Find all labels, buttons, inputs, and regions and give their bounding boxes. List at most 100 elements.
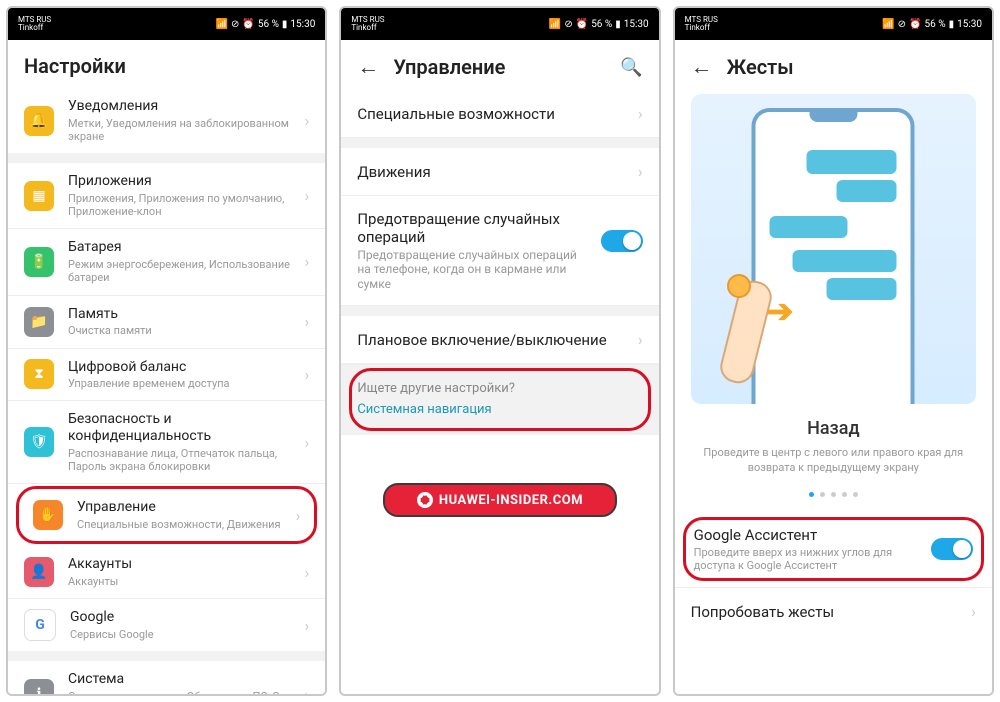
- signal-icon: 📶: [549, 19, 561, 30]
- row-title: Управление: [77, 499, 282, 516]
- arrow-right-icon: ➔: [767, 292, 794, 330]
- chevron-right-icon: ›: [638, 104, 643, 123]
- settings-row-hourglass[interactable]: ⧗ Цифровой балансУправление временем дост…: [8, 349, 325, 402]
- row-try-gestures[interactable]: Попробовать жесты ›: [675, 587, 992, 635]
- row-title: Батарея: [68, 239, 291, 256]
- row-subtitle: Специальные возможности, Движения: [77, 518, 282, 531]
- chevron-right-icon: ›: [305, 186, 310, 205]
- hand-icon: ✋: [33, 500, 63, 530]
- no-disturb-icon: ⊘: [231, 19, 239, 30]
- row-title: Аккаунты: [68, 556, 291, 573]
- settings-row-user[interactable]: 👤 Аккаунты Аккаунты ›: [8, 546, 325, 599]
- dot[interactable]: [831, 492, 836, 497]
- chevron-right-icon: ›: [305, 685, 310, 695]
- settings-row-battery[interactable]: 🔋БатареяРежим энергосбережения, Использо…: [8, 229, 325, 295]
- hint-block: Ищете другие настройки? Системная навига…: [341, 364, 658, 435]
- toggle-google-assistant[interactable]: [931, 538, 973, 560]
- row-mistouch[interactable]: Предотвращение случайных операций Предот…: [341, 196, 658, 306]
- settings-row-google[interactable]: GGoogleСервисы Google›: [8, 599, 325, 651]
- row-title: Память: [68, 306, 291, 323]
- chevron-right-icon: ›: [305, 312, 310, 331]
- back-button[interactable]: ←: [691, 54, 713, 80]
- chevron-right-icon: ›: [638, 162, 643, 181]
- alarm-icon: ⏰: [576, 19, 588, 30]
- row-accessibility[interactable]: Специальные возможности ›: [341, 90, 658, 138]
- row-subtitle: Распознавание лица, Отпечаток пальца, Па…: [68, 447, 291, 473]
- row-title: Система: [68, 671, 291, 688]
- screen-control: MTS RUSTinkoff 📶 ⊘ ⏰ 56 % ▮ 15:30 ← Упра…: [339, 6, 660, 696]
- settings-row-info[interactable]: ℹ Система Системная навигация, Обновление …: [8, 661, 325, 694]
- tutorial-subtitle: Проведите в центр с левого или правого к…: [701, 445, 966, 476]
- highlight-ring: Google Ассистент Проведите вверх из нижн…: [683, 517, 984, 581]
- row-title: Уведомления: [68, 98, 291, 115]
- dot[interactable]: [820, 492, 825, 497]
- settings-row-storage[interactable]: 📁 ПамятьОчистка памяти ›: [8, 296, 325, 349]
- alarm-icon: ⏰: [242, 19, 254, 30]
- signal-icon: 📶: [216, 19, 228, 30]
- chevron-right-icon: ›: [305, 111, 310, 130]
- info-icon: ℹ: [24, 679, 54, 694]
- settings-row-hand[interactable]: ✋ Управление Специальные возможности, Движ…: [25, 493, 308, 537]
- alarm-icon: ⏰: [909, 19, 921, 30]
- battery-icon: 🔋: [24, 247, 54, 277]
- row-subtitle: Приложения, Приложения по умолчанию, При…: [68, 192, 291, 218]
- dot[interactable]: [842, 492, 847, 497]
- settings-row-grid[interactable]: ▦ Приложения Приложения, Приложения по умо…: [8, 163, 325, 229]
- settings-list[interactable]: 🔔УведомленияМетки, Уведомления на заблок…: [8, 88, 325, 694]
- tutorial-illustration[interactable]: ➔: [691, 94, 976, 404]
- row-subtitle: Системная навигация, Обновление ПО, О те…: [68, 690, 291, 694]
- row-title: Цифровой баланс: [68, 359, 291, 376]
- chevron-right-icon: ›: [305, 252, 310, 271]
- hourglass-icon: ⧗: [24, 359, 54, 389]
- highlight-ring: ✋ Управление Специальные возможности, Движ…: [16, 486, 317, 544]
- chevron-right-icon: ›: [305, 616, 310, 635]
- row-google-assistant[interactable]: Google Ассистент Проведите вверх из нижн…: [686, 520, 981, 578]
- settings-row-bell[interactable]: 🔔УведомленияМетки, Уведомления на заблок…: [8, 88, 325, 153]
- status-bar: MTS RUSTinkoff 📶 ⊘ ⏰ 56 % ▮ 15:30: [341, 8, 658, 40]
- chevron-right-icon: ›: [305, 563, 310, 582]
- no-disturb-icon: ⊘: [898, 19, 906, 30]
- page-title: Жесты: [727, 55, 794, 79]
- row-motion[interactable]: Движения ›: [341, 148, 658, 196]
- screen-settings: MTS RUSTinkoff 📶 ⊘ ⏰ 56 % ▮ 15:30 Настро…: [6, 6, 327, 696]
- grid-icon: ▦: [24, 181, 54, 211]
- battery-icon: ▮: [949, 19, 955, 30]
- storage-icon: 📁: [24, 307, 54, 337]
- chevron-right-icon: ›: [305, 365, 310, 384]
- page-title: Настройки: [24, 54, 126, 78]
- back-button[interactable]: ←: [357, 54, 379, 80]
- row-title: Безопасность и конфиденциальность: [68, 411, 291, 445]
- battery-icon: ▮: [282, 19, 288, 30]
- row-subtitle: Управление временем доступа: [68, 377, 291, 390]
- row-title: Приложения: [68, 173, 291, 190]
- chevron-right-icon: ›: [296, 506, 301, 525]
- row-subtitle: Сервисы Google: [70, 628, 291, 641]
- swipe-hand-icon: ➔: [707, 264, 827, 404]
- bell-icon: 🔔: [24, 106, 54, 136]
- tutorial-title: Назад: [675, 418, 992, 439]
- dot[interactable]: [809, 492, 814, 497]
- page-dots[interactable]: [675, 492, 992, 497]
- hint-question: Ищете другие настройки?: [357, 381, 642, 396]
- dot[interactable]: [853, 492, 858, 497]
- header: Настройки: [8, 40, 325, 88]
- status-bar: MTS RUSTinkoff 📶 ⊘ ⏰ 56 % ▮ 15:30: [675, 8, 992, 40]
- search-button[interactable]: 🔍: [620, 57, 642, 78]
- chevron-right-icon: ›: [971, 602, 976, 621]
- row-subtitle: Аккаунты: [68, 575, 291, 588]
- status-bar: MTS RUSTinkoff 📶 ⊘ ⏰ 56 % ▮ 15:30: [8, 8, 325, 40]
- screen-gestures: MTS RUSTinkoff 📶 ⊘ ⏰ 56 % ▮ 15:30 ← Жест…: [673, 6, 994, 696]
- huawei-logo-icon: [417, 492, 433, 508]
- settings-row-shield[interactable]: 🛡 Безопасность и конфиденциальностьРаспоз…: [8, 401, 325, 484]
- signal-icon: 📶: [882, 19, 894, 30]
- row-title: Google: [70, 609, 291, 626]
- no-disturb-icon: ⊘: [564, 19, 572, 30]
- shield-icon: 🛡: [24, 427, 54, 457]
- row-schedule[interactable]: Плановое включение/выключение ›: [341, 316, 658, 364]
- chevron-right-icon: ›: [638, 330, 643, 349]
- row-subtitle: Очистка памяти: [68, 324, 291, 337]
- toggle-mistouch[interactable]: [601, 230, 643, 252]
- user-icon: 👤: [24, 557, 54, 587]
- link-system-navigation[interactable]: Системная навигация: [357, 402, 642, 417]
- watermark-badge: HUAWEI-INSIDER.COM: [383, 483, 617, 517]
